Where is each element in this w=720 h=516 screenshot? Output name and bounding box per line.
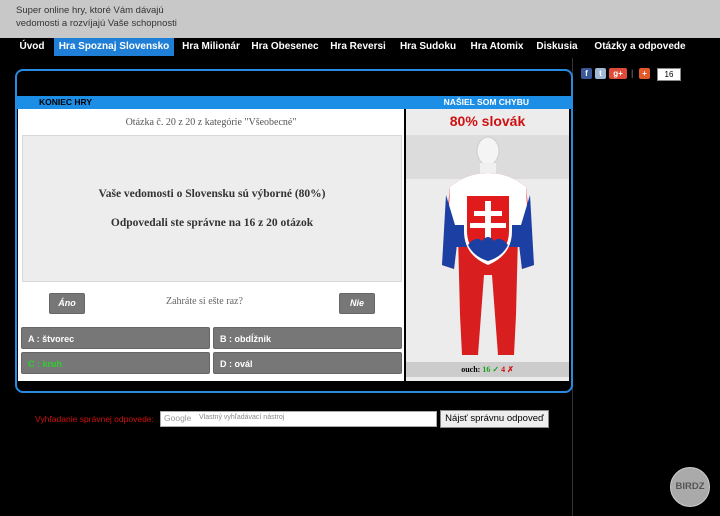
facebook-icon[interactable]: f	[581, 68, 592, 79]
answer-d[interactable]: D : ovál	[213, 352, 402, 374]
question-panel: Otázka č. 20 z 20 z kategórie "Všeobecné…	[18, 109, 404, 381]
watermark: BIRDZ	[670, 467, 710, 507]
nav-item-spoznaj-slovensko[interactable]: Hra Spoznaj Slovensko	[54, 38, 174, 56]
site-header: Super online hry, ktoré Vám dávajú vedom…	[0, 0, 720, 38]
answer-b[interactable]: B : obdĺžnik	[213, 327, 402, 349]
nav-item-reversi[interactable]: Hra Reversi	[324, 38, 392, 56]
game-status-bar: KONIEC HRY NAŠIEL SOM CHYBU	[17, 96, 571, 109]
question-title: Otázka č. 20 z 20 z kategórie "Všeobecné…	[125, 117, 297, 128]
answer-c[interactable]: C : kruh	[21, 352, 210, 374]
score-prefix: ouch:	[461, 365, 481, 374]
result-figure-panel: 80% slovák ouch: 16 ✓ 4 ✗	[406, 109, 569, 381]
game-panel: KONIEC HRY NAŠIEL SOM CHYBU Otázka č. 20…	[15, 69, 573, 393]
google-logo: Google	[164, 413, 192, 423]
tagline-line1: Super online hry, ktoré Vám dávajú	[16, 5, 164, 16]
tagline: Super online hry, ktoré Vám dávajú vedom…	[16, 4, 216, 30]
search-label: Vyhľadanie správnej odpovede:	[35, 414, 154, 424]
nav-item-atomix[interactable]: Hra Atomix	[464, 38, 530, 56]
correct-count: 16	[482, 365, 491, 374]
nav-item-uvod[interactable]: Úvod	[12, 38, 52, 56]
nav-item-otazky[interactable]: Otázky a odpovede	[584, 38, 696, 56]
no-button[interactable]: Nie	[339, 293, 375, 314]
tagline-line2: vedomosti a rozvíjajú Vaše schopnosti	[16, 18, 177, 29]
nav-item-sudoku[interactable]: Hra Sudoku	[394, 38, 462, 56]
google-plus-icon[interactable]: g+	[609, 68, 627, 79]
answer-a[interactable]: A : štvorec	[21, 327, 210, 349]
game-over-label: KONIEC HRY	[39, 97, 93, 107]
nav-item-diskusia[interactable]: Diskusia	[532, 38, 582, 56]
nav-item-milionar[interactable]: Hra Milionár	[176, 38, 246, 56]
main-nav: Úvod Hra Spoznaj Slovensko Hra Milionár …	[12, 38, 708, 56]
report-bug-link[interactable]: NAŠIEL SOM CHYBU	[444, 96, 529, 109]
score-summary: ouch: 16 ✓ 4 ✗	[406, 362, 569, 377]
search-button[interactable]: Nájsť správnu odpoveď	[440, 410, 549, 428]
wrong-count: 4	[501, 365, 506, 374]
slovak-figure-image	[406, 135, 569, 355]
result-score-text: Odpovedali ste správne na 16 z 20 otázok	[110, 217, 314, 229]
share-plus-icon[interactable]: +	[639, 68, 650, 79]
check-icon: ✓	[492, 365, 500, 374]
separator: |	[631, 68, 634, 78]
percent-label: 80% slovák	[449, 113, 526, 129]
search-placeholder: Vlastný vyhľadávací nástroj	[199, 414, 285, 421]
result-summary: Vaše vedomosti o Slovensku sú výborné (8…	[98, 188, 326, 200]
search-input[interactable]: Google Vlastný vyhľadávací nástroj	[160, 411, 437, 427]
cross-icon: ✗	[507, 365, 514, 374]
play-again-prompt: Zahráte si ešte raz?	[166, 296, 243, 307]
share-count: 16	[657, 68, 681, 81]
result-box: Vaše vedomosti o Slovensku sú výborné (8…	[22, 135, 402, 282]
twitter-icon[interactable]: t	[595, 68, 606, 79]
nav-item-obesenec[interactable]: Hra Obesenec	[248, 38, 322, 56]
yes-button[interactable]: Áno	[49, 293, 85, 314]
